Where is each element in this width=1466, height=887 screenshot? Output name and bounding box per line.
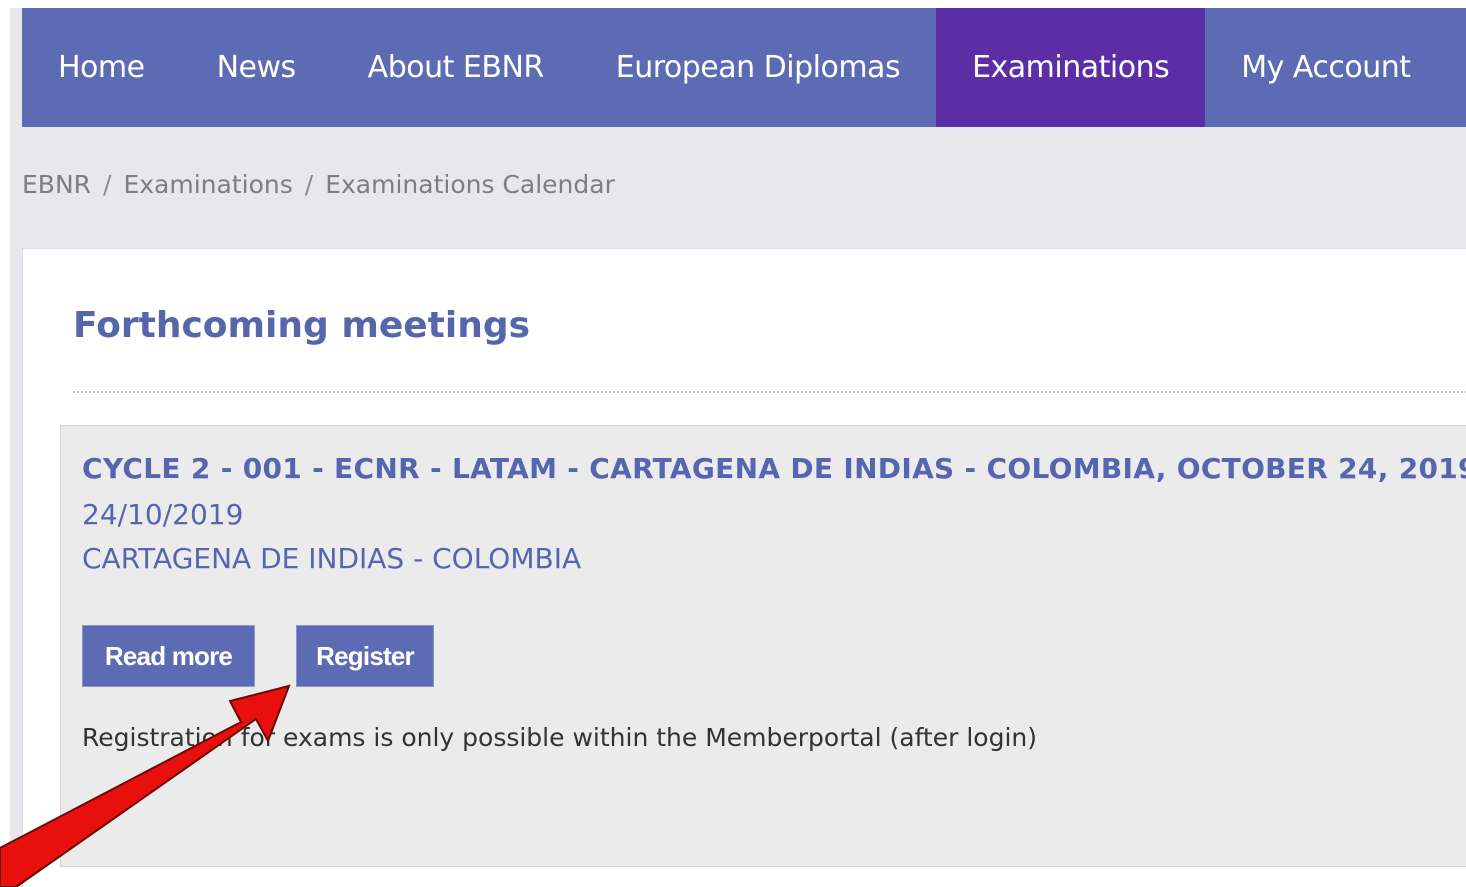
nav-item-about-ebnr[interactable]: About EBNR [332,8,580,127]
breadcrumb-separator: / [103,170,112,199]
register-button[interactable]: Register [296,625,434,687]
read-more-button[interactable]: Read more [82,625,255,687]
nav-item-my-account[interactable]: My Account [1205,8,1446,127]
event-location: CARTAGENA DE INDIAS - COLOMBIA [82,542,582,575]
page-margin [0,0,10,887]
nav-item-home[interactable]: Home [22,8,181,127]
breadcrumb-item-ebnr[interactable]: EBNR [22,170,91,199]
event-date: 24/10/2019 [82,498,244,531]
dotted-divider [73,391,1466,393]
main-navigation: Home News About EBNR European Diplomas E… [22,8,1466,127]
breadcrumb-item-current: Examinations Calendar [325,170,615,199]
breadcrumb-separator: / [304,170,314,199]
page-title: Forthcoming meetings [73,305,531,346]
breadcrumb: EBNR / Examinations / Examinations Calendar [22,170,615,199]
content-panel: Forthcoming meetings CYCLE 2 - 001 - ECN… [22,248,1466,887]
nav-item-examinations[interactable]: Examinations [936,8,1206,127]
event-card: CYCLE 2 - 001 - ECNR - LATAM - CARTAGENA… [60,425,1466,867]
top-strip [0,0,1466,8]
nav-item-european-diplomas[interactable]: European Diplomas [580,8,936,127]
nav-item-news[interactable]: News [181,8,332,127]
registration-note: Registration for exams is only possible … [82,723,1037,752]
event-title: CYCLE 2 - 001 - ECNR - LATAM - CARTAGENA… [82,452,1466,485]
breadcrumb-item-examinations[interactable]: Examinations [123,170,292,199]
